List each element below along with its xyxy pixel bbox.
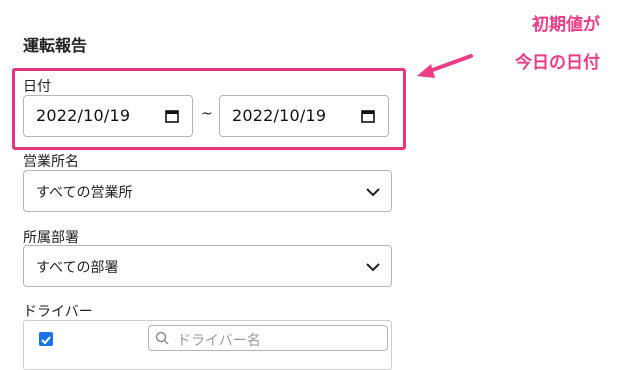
search-icon: [155, 331, 169, 345]
select-all-drivers-checkbox[interactable]: [39, 332, 53, 346]
date-label: 日付: [23, 79, 51, 95]
driver-label: ドライバー: [23, 304, 93, 320]
start-date-value: 2022/10/19: [36, 106, 131, 125]
calendar-icon[interactable]: [360, 108, 376, 124]
end-date-input[interactable]: 2022/10/19: [219, 95, 389, 137]
calendar-icon[interactable]: [164, 108, 180, 124]
annotation-arrow-icon: [417, 54, 473, 78]
driver-search-input[interactable]: ドライバー名: [148, 325, 388, 351]
office-select[interactable]: すべての営業所: [23, 170, 392, 212]
office-select-value: すべての営業所: [36, 185, 133, 201]
annotation-line-2: 今日の日付: [515, 53, 600, 73]
driver-search-placeholder: ドライバー名: [177, 333, 261, 349]
chevron-down-icon: [366, 263, 380, 272]
office-label: 営業所名: [23, 154, 79, 170]
end-date-value: 2022/10/19: [232, 106, 327, 125]
department-label: 所属部署: [23, 230, 79, 246]
checkmark-icon: [41, 336, 51, 345]
date-range-separator: ~: [201, 106, 213, 122]
start-date-input[interactable]: 2022/10/19: [23, 95, 193, 137]
annotation-line-1: 初期値が: [532, 15, 600, 35]
driver-list: ドライバー名: [23, 320, 392, 370]
department-select-value: すべての部署: [36, 260, 119, 276]
chevron-down-icon: [366, 188, 380, 197]
page-title: 運転報告: [23, 36, 88, 55]
department-select[interactable]: すべての部署: [23, 245, 392, 287]
